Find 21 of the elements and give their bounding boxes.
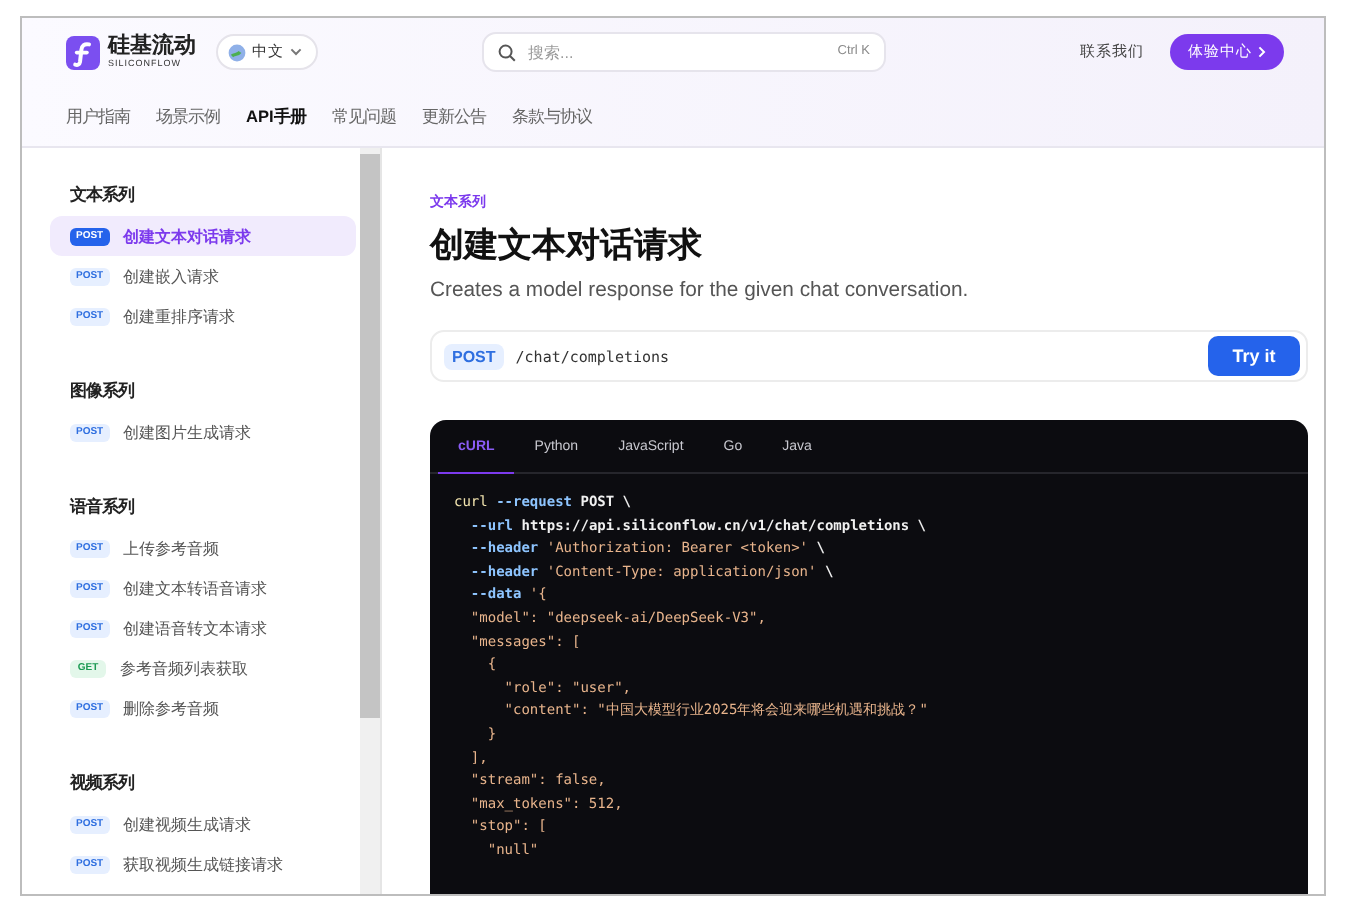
try-it-button[interactable]: Try it bbox=[1208, 336, 1300, 376]
page-title: 创建文本对话请求 bbox=[430, 224, 704, 268]
nav-tab[interactable]: 更新公告 bbox=[421, 86, 500, 146]
scrollbar[interactable] bbox=[360, 148, 380, 894]
page-description: Creates a model response for the given chat conversation. bbox=[430, 280, 971, 302]
sidebar-group-title: 语音系列 bbox=[70, 496, 136, 518]
sidebar-group-title: 文本系列 bbox=[70, 184, 136, 206]
nav-tab[interactable]: 用户指南 bbox=[66, 86, 144, 146]
search-icon bbox=[498, 43, 516, 61]
nav-tab[interactable]: 条款与协议 bbox=[511, 86, 606, 146]
logo-icon bbox=[66, 35, 100, 69]
method-badge: POST bbox=[444, 343, 504, 369]
nav-tab[interactable]: API手册 bbox=[246, 86, 320, 146]
sidebar-group-title: 视频系列 bbox=[70, 772, 136, 794]
nav-tab[interactable]: 常见问题 bbox=[331, 86, 410, 146]
logo-name: 硅基流动 bbox=[108, 35, 196, 58]
sidebar-group-title: 图像系列 bbox=[70, 380, 136, 402]
chevron-down-icon bbox=[290, 48, 302, 56]
nav-tab[interactable]: 场景示例 bbox=[156, 86, 234, 146]
globe-icon bbox=[228, 43, 246, 61]
chevron-right-icon bbox=[1258, 46, 1266, 58]
